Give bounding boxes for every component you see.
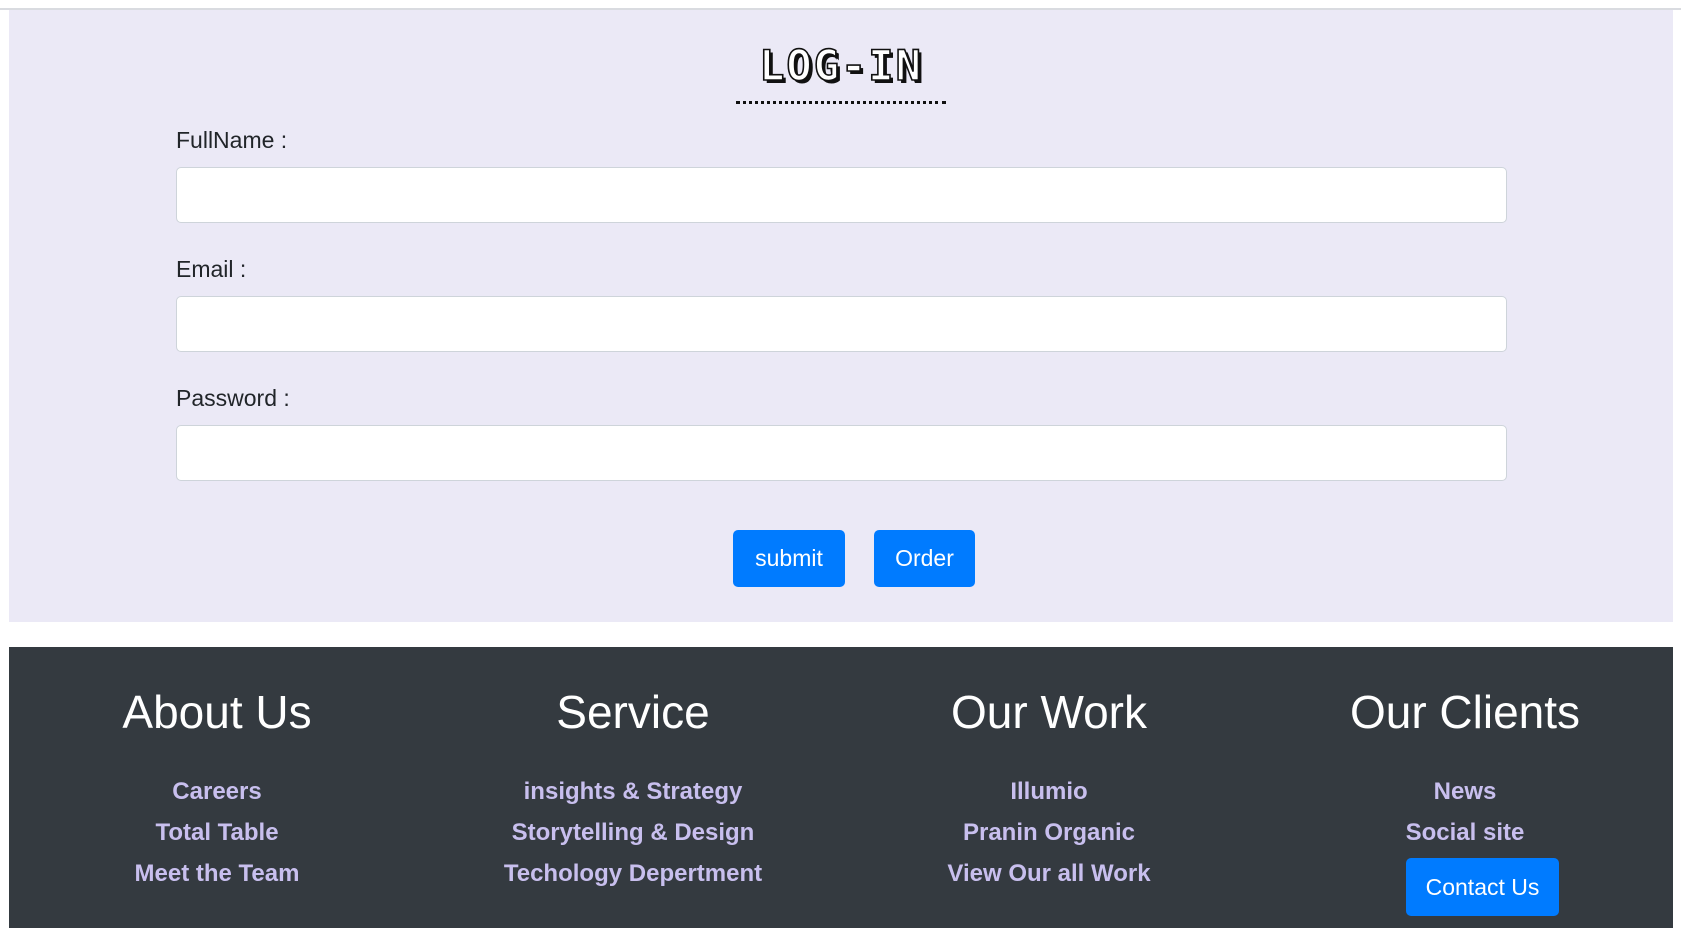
contact-us-button[interactable]: Contact Us [1406,858,1559,916]
footer-link-all-work[interactable]: View Our all Work [841,859,1257,889]
footer-link-social[interactable]: Social site [1257,818,1673,848]
password-label: Password : [176,385,290,411]
footer-link-illumio[interactable]: Illumio [841,777,1257,807]
email-label: Email : [176,256,247,282]
footer-link-insights[interactable]: insights & Strategy [425,777,841,807]
footer-heading-clients: Our Clients [1349,686,1581,738]
title-underline [736,101,946,104]
footer-heading-about: About Us [122,686,312,738]
footer-heading-service: Service [556,686,710,738]
footer-link-news[interactable]: News [1257,777,1673,807]
login-section: LOG-IN FullName : Email : Password : sub… [9,10,1673,622]
footer-link-meet-team[interactable]: Meet the Team [9,859,425,889]
fullname-label: FullName : [176,127,288,153]
footer-link-technology[interactable]: Techology Depertment [425,859,841,889]
fullname-input[interactable] [176,167,1507,223]
submit-button[interactable]: submit [733,530,845,587]
footer-link-pranin[interactable]: Pranin Organic [841,818,1257,848]
footer-link-storytelling[interactable]: Storytelling & Design [425,818,841,848]
footer-link-careers[interactable]: Careers [9,777,425,807]
login-title: LOG-IN [758,40,923,91]
footer-heading-work: Our Work [951,686,1147,738]
email-input[interactable] [176,296,1507,352]
password-input[interactable] [176,425,1507,481]
footer-link-total-table[interactable]: Total Table [9,818,425,848]
order-button[interactable]: Order [874,530,975,587]
